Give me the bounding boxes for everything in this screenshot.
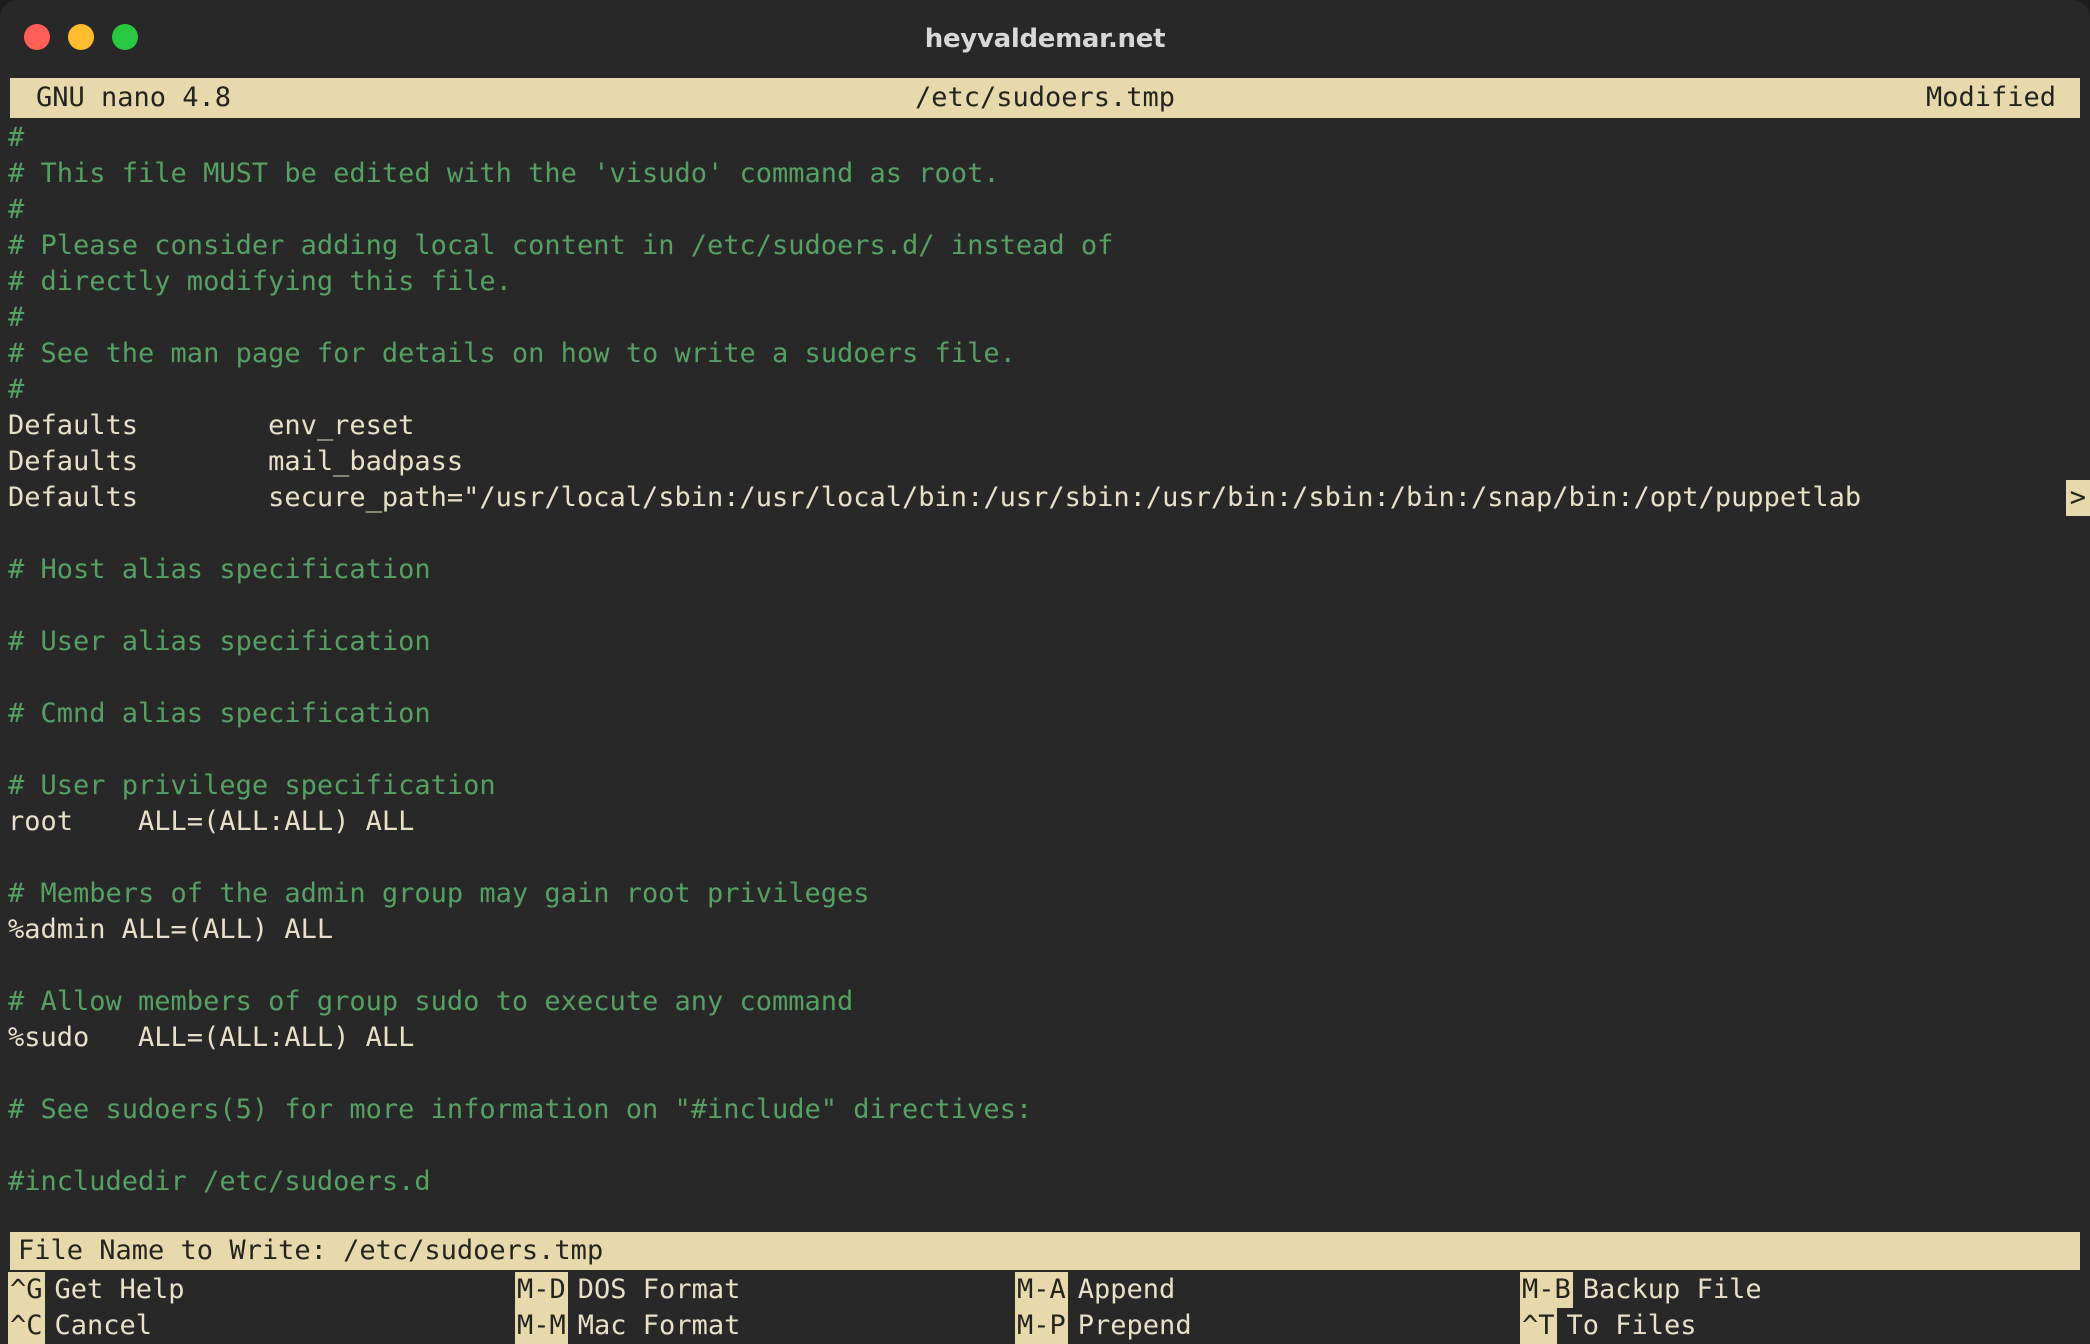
- editor-line: #: [0, 300, 2090, 336]
- editor-line-text: [8, 842, 24, 873]
- editor-line-text: %sudo ALL=(ALL:ALL) ALL: [8, 1022, 415, 1053]
- shortcut-append[interactable]: M-A Append: [1015, 1272, 1175, 1308]
- editor-line-text: [8, 518, 24, 549]
- editor-line: # Allow members of group sudo to execute…: [0, 984, 2090, 1020]
- editor-line: #: [0, 120, 2090, 156]
- editor-line-text: # This file MUST be edited with the 'vis…: [8, 158, 1000, 189]
- window-title: heyvaldemar.net: [924, 24, 1166, 54]
- line-continuation-marker: >: [2065, 480, 2090, 516]
- editor-line-text: # Members of the admin group may gain ro…: [8, 878, 870, 909]
- editor-line: root ALL=(ALL:ALL) ALL: [0, 804, 2090, 840]
- editor-line: Defaults secure_path="/usr/local/sbin:/u…: [0, 480, 2090, 516]
- editor-line: # User privilege specification: [0, 768, 2090, 804]
- shortcut-key: ^T: [1520, 1308, 1557, 1344]
- editor-line: [0, 588, 2090, 624]
- shortcut-key: M-D: [515, 1272, 568, 1308]
- shortcut-dos-format[interactable]: M-D DOS Format: [515, 1272, 740, 1308]
- filename-prompt-bar[interactable]: File Name to Write: /etc/sudoers.tmp: [10, 1232, 2080, 1270]
- editor-line-text: #: [8, 374, 25, 405]
- editor-line-text: # User alias specification: [8, 626, 431, 657]
- editor-line: [0, 1128, 2090, 1164]
- editor-line: #: [0, 372, 2090, 408]
- editor-line-text: # Host alias specification: [8, 554, 431, 585]
- editor-line: [0, 732, 2090, 768]
- editor-line: [0, 1056, 2090, 1092]
- editor-line: Defaults env_reset: [0, 408, 2090, 444]
- shortcut-get-help[interactable]: ^G Get Help: [8, 1272, 185, 1308]
- nano-header-bar: GNU nano 4.8 /etc/sudoers.tmp Modified: [10, 78, 2080, 118]
- editor-line: #includedir /etc/sudoers.d: [0, 1164, 2090, 1200]
- shortcut-label: DOS Format: [577, 1274, 741, 1305]
- shortcut-key: M-M: [515, 1308, 568, 1344]
- editor-line: [0, 948, 2090, 984]
- shortcut-key: M-P: [1015, 1308, 1068, 1344]
- shortcut-label: Backup File: [1582, 1274, 1762, 1305]
- editor-line-text: # Please consider adding local content i…: [8, 230, 1114, 261]
- editor-line: # Host alias specification: [0, 552, 2090, 588]
- editor-line-text: # User privilege specification: [8, 770, 496, 801]
- shortcut-row-2: ^C Cancel M-M Mac Format M-P Prepend ^T To File…: [0, 1308, 2090, 1344]
- shortcut-to-files[interactable]: ^T To Files: [1520, 1308, 1697, 1344]
- window-titlebar: heyvaldemar.net: [0, 0, 2090, 78]
- shortcut-row-1: ^G Get Help M-D DOS Format M-A Append M-B Backu…: [0, 1272, 2090, 1308]
- editor-line-text: # Allow members of group sudo to execute…: [8, 986, 854, 1017]
- editor-line-text: [8, 734, 24, 765]
- shortcut-label: Prepend: [1077, 1310, 1192, 1341]
- editor-line: # Cmnd alias specification: [0, 696, 2090, 732]
- editor-line-text: Defaults secure_path="/usr/local/sbin:/u…: [8, 482, 1862, 513]
- editor-line: %sudo ALL=(ALL:ALL) ALL: [0, 1020, 2090, 1056]
- editor-line-text: Defaults env_reset: [8, 410, 415, 441]
- editor-line: #: [0, 192, 2090, 228]
- editor-line-text: [8, 950, 24, 981]
- shortcut-prepend[interactable]: M-P Prepend: [1015, 1308, 1192, 1344]
- editor-line: # Please consider adding local content i…: [0, 228, 2090, 264]
- editor-line-text: Defaults mail_badpass: [8, 446, 464, 477]
- editor-line-text: #: [8, 194, 25, 225]
- editor-line: %admin ALL=(ALL) ALL: [0, 912, 2090, 948]
- shortcut-label: Cancel: [54, 1310, 153, 1341]
- editor-line-text: # Cmnd alias specification: [8, 698, 431, 729]
- shortcut-label: Mac Format: [577, 1310, 741, 1341]
- shortcut-cancel[interactable]: ^C Cancel: [8, 1308, 152, 1344]
- editor-line: # User alias specification: [0, 624, 2090, 660]
- editor-line-text: #includedir /etc/sudoers.d: [8, 1166, 431, 1197]
- editor-line-text: # See sudoers(5) for more information on…: [8, 1094, 1033, 1125]
- shortcut-label: Get Help: [54, 1274, 185, 1305]
- nano-filename-label: /etc/sudoers.tmp: [914, 82, 1176, 113]
- editor-line-text: [8, 1058, 24, 1089]
- editor-line: [0, 660, 2090, 696]
- editor-line: [0, 840, 2090, 876]
- editor-line-text: %admin ALL=(ALL) ALL: [8, 914, 334, 945]
- shortcut-bar: ^G Get Help M-D DOS Format M-A Append M-B Backu…: [0, 1272, 2090, 1344]
- editor-line: # This file MUST be edited with the 'vis…: [0, 156, 2090, 192]
- terminal-window: heyvaldemar.net GNU nano 4.8 /etc/sudoer…: [0, 0, 2090, 1344]
- editor-line-text: [8, 590, 24, 621]
- shortcut-key: ^C: [8, 1308, 45, 1344]
- editor-line: # See the man page for details on how to…: [0, 336, 2090, 372]
- shortcut-mac-format[interactable]: M-M Mac Format: [515, 1308, 740, 1344]
- shortcut-key: ^G: [8, 1272, 45, 1308]
- editor-line-text: # directly modifying this file.: [8, 266, 512, 297]
- shortcut-label: Append: [1077, 1274, 1176, 1305]
- shortcut-label: To Files: [1566, 1310, 1697, 1341]
- editor-line-text: # See the man page for details on how to…: [8, 338, 1016, 369]
- editor-line: # directly modifying this file.: [0, 264, 2090, 300]
- shortcut-key: M-B: [1520, 1272, 1573, 1308]
- editor-line: [0, 516, 2090, 552]
- shortcut-key: M-A: [1015, 1272, 1068, 1308]
- editor-line-text: #: [8, 302, 25, 333]
- editor-line-text: [8, 662, 24, 693]
- editor-line-text: root ALL=(ALL:ALL) ALL: [8, 806, 415, 837]
- editor-line-text: [8, 1130, 24, 1161]
- editor-line: Defaults mail_badpass: [0, 444, 2090, 480]
- editor-line-text: #: [8, 122, 25, 153]
- nano-modified-badge: Modified: [1925, 82, 2056, 113]
- editor-line: # Members of the admin group may gain ro…: [0, 876, 2090, 912]
- editor-text-area[interactable]: # # This file MUST be edited with the 'vi…: [0, 120, 2090, 1210]
- editor-line: # See sudoers(5) for more information on…: [0, 1092, 2090, 1128]
- shortcut-backup-file[interactable]: M-B Backup File: [1520, 1272, 1762, 1308]
